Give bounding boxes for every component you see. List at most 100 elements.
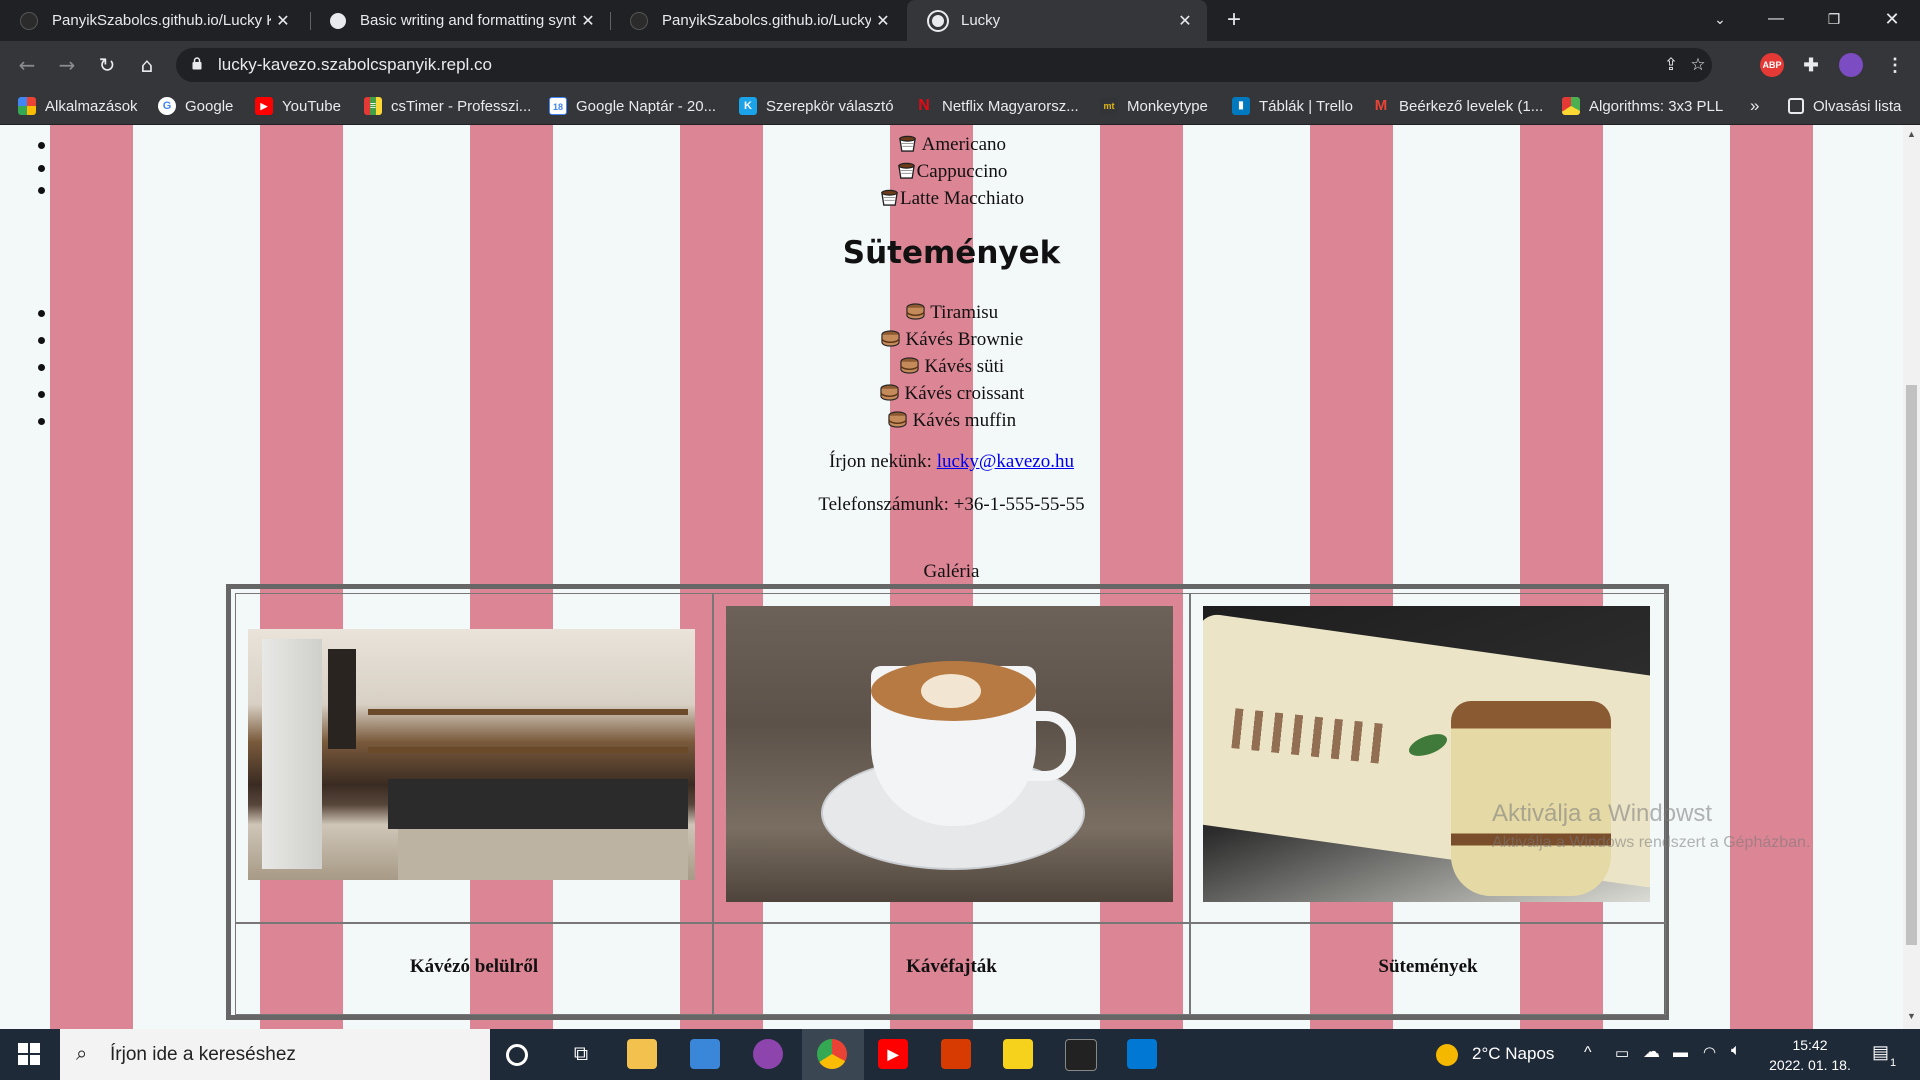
office-icon[interactable]: [941, 1039, 971, 1069]
cake-icon: [900, 357, 919, 374]
close-tab-icon[interactable]: ✕: [576, 11, 600, 31]
contact-email-line: Írjon nekünk: lucky@kavezo.hu: [829, 451, 1074, 472]
bookmarks-overflow-icon[interactable]: »: [1750, 88, 1759, 124]
cortana-icon[interactable]: [506, 1044, 528, 1066]
profile-avatar[interactable]: [1839, 53, 1863, 77]
file-explorer-icon[interactable]: [627, 1039, 657, 1069]
address-bar[interactable]: lucky-kavezo.szabolcspanyik.repl.co ⇪ ☆: [176, 48, 1712, 82]
bookmark-algorithms-pll[interactable]: Algorithms: 3x3 PLL: [1562, 88, 1723, 124]
cube-icon: [1562, 97, 1580, 115]
vscode-icon[interactable]: [1127, 1039, 1157, 1069]
show-hidden-icons[interactable]: ^: [1584, 1044, 1592, 1062]
gallery-caption-cafe: Kávézó belülről: [409, 956, 539, 977]
web-page: Americano Cappuccino Latte Macchiato Süt…: [0, 125, 1903, 1029]
reading-list-icon: [1788, 98, 1804, 114]
tab-github-lucky-1[interactable]: PanyikSzabolcs.github.io/Lucky K ✕: [0, 0, 305, 41]
menu-kebab-icon[interactable]: ⋮: [1883, 53, 1907, 77]
contact-phone-line: Telefonszámunk: +36-1-555-55-55: [818, 494, 1085, 515]
volume-icon[interactable]: 🔈︎: [1731, 1042, 1741, 1060]
bookmark-trello[interactable]: ▮ Táblák | Trello: [1232, 88, 1353, 124]
cake-icon: [879, 384, 899, 401]
bookmark-cstimer[interactable]: ≡ csTimer - Professzi...: [364, 88, 531, 124]
bookmark-kreta[interactable]: K Szerepkör választó: [739, 88, 894, 124]
page-content: Americano Cappuccino Latte Macchiato Süt…: [0, 125, 1903, 1029]
bookmark-monkeytype[interactable]: mt Monkeytype: [1100, 88, 1208, 124]
meet-now-icon[interactable]: ▭: [1615, 1044, 1629, 1062]
bookmark-google[interactable]: G Google: [158, 88, 233, 124]
bookmark-gmail[interactable]: M Beérkező levelek (1...: [1372, 88, 1544, 124]
reload-icon[interactable]: ↻: [91, 49, 123, 81]
globe-icon: [929, 11, 947, 30]
chrome-icon[interactable]: [817, 1039, 847, 1069]
messenger-icon[interactable]: [753, 1039, 783, 1069]
obs-icon[interactable]: [1065, 1039, 1097, 1071]
browser-toolbar: ← → ↻ ⌂ lucky-kavezo.szabolcspanyik.repl…: [0, 41, 1920, 88]
notification-count: 1: [1890, 1057, 1897, 1069]
netflix-icon: N: [918, 97, 930, 114]
battery-icon[interactable]: ▬: [1673, 1044, 1688, 1061]
google-icon: G: [158, 97, 176, 115]
new-tab-button[interactable]: +: [1218, 4, 1250, 36]
github-icon: [20, 11, 38, 30]
wifi-icon[interactable]: ◠: [1703, 1043, 1716, 1061]
bookmark-google-calendar[interactable]: 18 Google Naptár - 20...: [549, 88, 716, 124]
gallery-table: Kávézó belülről Kávéfajták Sütemények: [226, 584, 1669, 1020]
close-tab-icon[interactable]: ✕: [1173, 11, 1197, 31]
onedrive-icon[interactable]: ☁: [1643, 1042, 1660, 1062]
kreta-icon: K: [739, 97, 757, 115]
scroll-up-icon[interactable]: ▲: [1907, 129, 1916, 139]
home-icon[interactable]: ⌂: [131, 49, 163, 81]
bookmark-netflix[interactable]: N Netflix Magyarorsz...: [915, 88, 1078, 124]
adblock-plus-icon[interactable]: ABP: [1760, 53, 1784, 77]
share-icon[interactable]: ⇪: [1660, 54, 1682, 76]
gallery-caption-coffee: Kávéfajták: [906, 956, 997, 977]
youtube-icon[interactable]: ▶: [878, 1039, 908, 1069]
tab-basic-writing[interactable]: Basic writing and formatting synt ✕: [310, 0, 610, 41]
url-text: lucky-kavezo.szabolcspanyik.repl.co: [218, 55, 493, 74]
taskbar-search-box[interactable]: ⌕ Írjon ide a kereséshez: [60, 1029, 490, 1080]
bookmark-star-icon[interactable]: ☆: [1687, 54, 1709, 76]
extensions-puzzle-icon[interactable]: ✚: [1799, 53, 1823, 77]
search-icon: ⌕: [76, 1043, 88, 1065]
list-item-dessert: Kávés muffin: [0, 407, 1903, 434]
notifications-icon[interactable]: ▤: [1872, 1042, 1889, 1063]
sun-weather-icon: [1436, 1044, 1458, 1066]
tab-lucky[interactable]: Lucky ✕: [907, 0, 1207, 41]
desktop-app-icon[interactable]: [690, 1039, 720, 1069]
clock[interactable]: 15:42 2022. 01. 18.: [1765, 1035, 1855, 1075]
minimize-button[interactable]: —: [1748, 0, 1804, 41]
windows-start-icon[interactable]: [18, 1043, 40, 1065]
bookmarks-bar: Alkalmazások G Google ▶ YouTube ≡ csTime…: [0, 88, 1920, 125]
scrollbar-thumb[interactable]: [1906, 385, 1917, 945]
email-link[interactable]: lucky@kavezo.hu: [937, 451, 1074, 472]
latte-cup-photo: [726, 606, 1173, 902]
tab-strip: PanyikSzabolcs.github.io/Lucky K ✕ Basic…: [0, 0, 1920, 41]
scroll-down-icon[interactable]: ▼: [1907, 1011, 1916, 1021]
bookmark-apps[interactable]: Alkalmazások: [18, 88, 138, 124]
trello-icon: ▮: [1232, 97, 1250, 115]
gallery-cell: [1190, 593, 1666, 923]
list-item-dessert: Tiramisu: [0, 299, 1903, 326]
calendar-icon: 18: [549, 97, 567, 115]
cake-icon: [881, 330, 900, 347]
close-window-button[interactable]: ✕: [1864, 0, 1920, 41]
list-item-dessert: Kávés Brownie: [0, 326, 1903, 353]
reading-list[interactable]: Olvasási lista: [1788, 88, 1901, 124]
coffee-cup-icon: [897, 162, 915, 179]
tab-search-icon[interactable]: ⌄: [1692, 0, 1748, 41]
page-scrollbar[interactable]: ▲ ▼: [1903, 125, 1920, 1029]
task-view-icon[interactable]: ⧉: [566, 1039, 596, 1069]
close-tab-icon[interactable]: ✕: [871, 11, 895, 31]
back-icon[interactable]: ←: [11, 49, 43, 81]
sticky-notes-icon[interactable]: [1003, 1039, 1033, 1069]
restore-button[interactable]: ❐: [1806, 0, 1862, 41]
gallery-cell: [235, 593, 713, 923]
bookmark-youtube[interactable]: ▶ YouTube: [255, 88, 341, 124]
gallery-caption-cell: Kávézó belülről: [235, 923, 713, 1015]
close-tab-icon[interactable]: ✕: [271, 11, 295, 31]
forward-icon[interactable]: →: [51, 49, 83, 81]
weather-text[interactable]: 2°C Napos: [1472, 1044, 1554, 1064]
windows-taskbar: ⌕ Írjon ide a kereséshez ⧉ ▶ 2°C Napos ^…: [0, 1029, 1920, 1080]
gallery-caption-cell: Kávéfajták: [713, 923, 1190, 1015]
tab-github-lucky-2[interactable]: PanyikSzabolcs.github.io/Lucky K ✕: [610, 0, 905, 41]
